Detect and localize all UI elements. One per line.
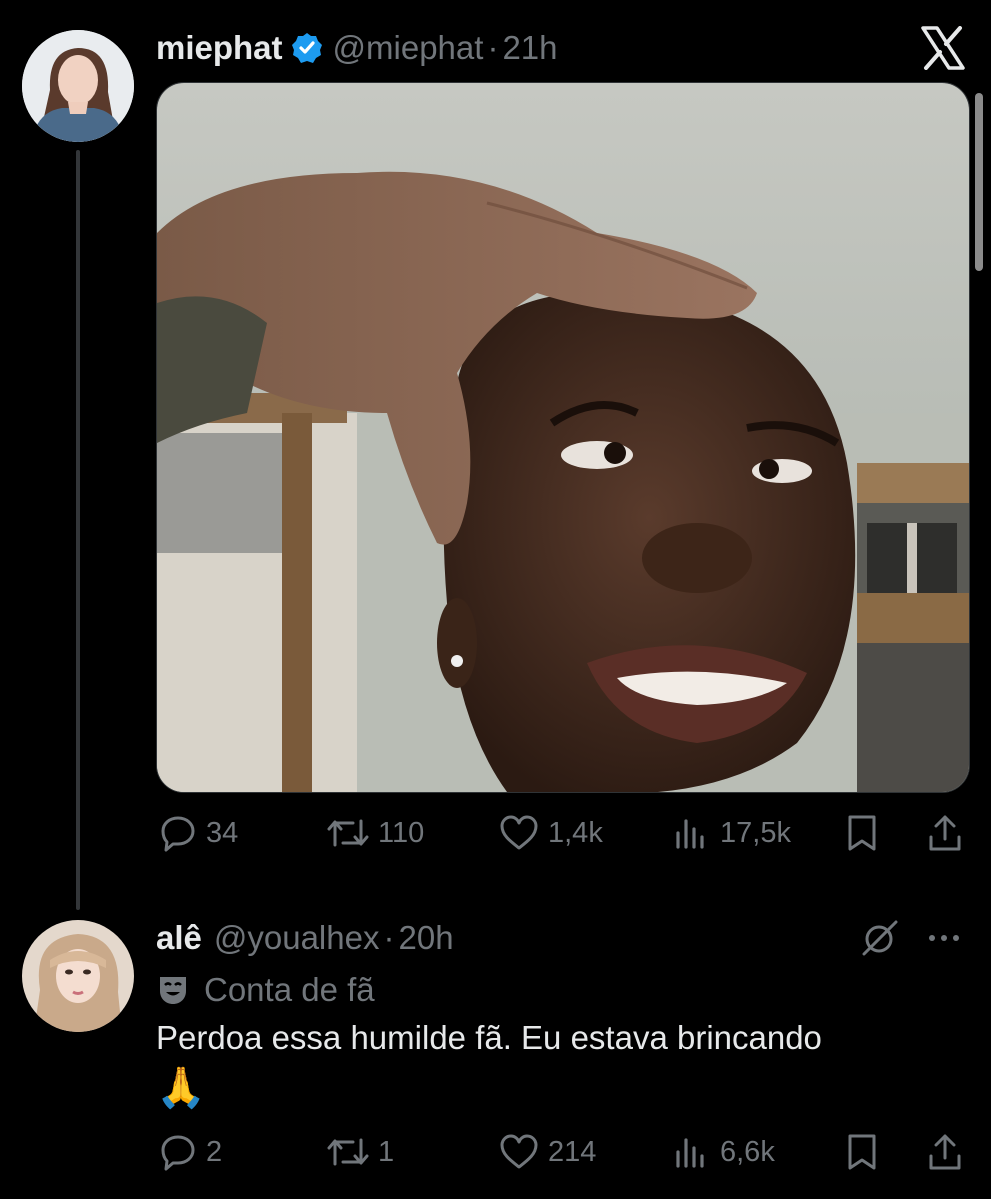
bookmark-button[interactable] [844, 813, 880, 853]
reply-button[interactable]: 34 [158, 813, 238, 853]
retweet-button[interactable]: 110 [326, 813, 424, 853]
reply-like-button[interactable]: 214 [498, 1132, 596, 1172]
thread-line [76, 150, 80, 910]
views-button[interactable]: 17,5k [672, 813, 791, 853]
tweet-actions: 34 110 1,4k 17,5k [156, 813, 968, 857]
reply-time[interactable]: 20h [398, 919, 453, 957]
reply-icon [158, 813, 198, 853]
reply-icon [158, 1132, 198, 1172]
like-count: 214 [548, 1135, 597, 1168]
x-close-icon[interactable] [920, 26, 966, 70]
tweet-time[interactable]: 21h [502, 29, 557, 67]
reply-user-handle[interactable]: @youalhex [214, 919, 380, 957]
retweet-icon [326, 813, 370, 853]
reply-share-button[interactable] [926, 1132, 964, 1172]
heart-icon [498, 813, 540, 853]
reply-count: 34 [206, 816, 239, 849]
retweet-icon [326, 1132, 370, 1172]
views-count: 6,6k [720, 1135, 775, 1168]
bookmark-icon [844, 813, 880, 853]
user-handle[interactable]: @miephat [333, 29, 484, 67]
reply-views-button[interactable]: 6,6k [672, 1132, 775, 1172]
fan-account-label: Conta de fã [204, 971, 375, 1008]
reply-separator-dot: · [383, 919, 395, 956]
like-button[interactable]: 1,4k [498, 813, 603, 853]
reply-text: Perdoa essa humilde fã. Eu estava brinca… [156, 1019, 822, 1056]
views-icon [672, 813, 712, 853]
tweet-header: miephat @miephat · 21h [156, 26, 558, 70]
praying-hands-emoji: 🙏 [156, 1066, 206, 1110]
reply-reply-button[interactable]: 2 [158, 1132, 222, 1172]
heart-icon [498, 1132, 540, 1172]
reply-display-name[interactable]: alê [156, 919, 202, 957]
theater-mask-icon [156, 973, 190, 1007]
scrollbar[interactable] [975, 93, 983, 271]
more-options-icon[interactable] [924, 928, 964, 948]
separator-dot: · [487, 29, 499, 66]
views-count: 17,5k [720, 816, 791, 849]
verified-badge-icon [291, 32, 323, 64]
bookmark-icon [844, 1132, 880, 1172]
display-name[interactable]: miephat [156, 29, 283, 67]
retweet-count: 1 [378, 1135, 395, 1168]
reply-actions: 2 1 214 6,6k [156, 1132, 968, 1176]
reply-bookmark-button[interactable] [844, 1132, 880, 1172]
share-icon [926, 813, 964, 853]
tweet-media-image[interactable] [156, 82, 970, 793]
reply-count: 2 [206, 1135, 223, 1168]
retweet-count: 110 [378, 816, 425, 849]
views-icon [672, 1132, 712, 1172]
avatar-miephat[interactable] [22, 30, 134, 142]
grok-icon[interactable] [860, 918, 900, 958]
like-count: 1,4k [548, 816, 603, 849]
share-button[interactable] [926, 813, 964, 853]
share-icon [926, 1132, 964, 1172]
fan-account-badge: Conta de fã [156, 968, 375, 1012]
avatar-youalhex[interactable] [22, 920, 134, 1032]
reply-header: alê @youalhex · 20h [156, 916, 454, 960]
reply-retweet-button[interactable]: 1 [326, 1132, 394, 1172]
